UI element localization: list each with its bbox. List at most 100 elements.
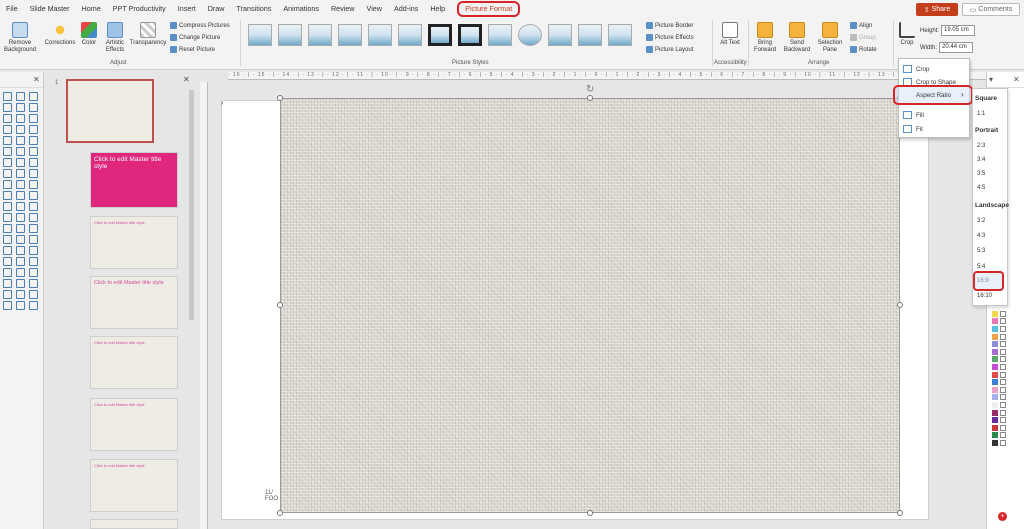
tab-draw[interactable]: Draw	[202, 0, 231, 18]
resize-handle[interactable]	[897, 510, 903, 516]
tool-icon[interactable]	[29, 92, 38, 101]
tool-icon[interactable]	[3, 92, 12, 101]
reset-picture-button[interactable]: Reset Picture	[170, 46, 215, 53]
tool-icon[interactable]	[16, 246, 25, 255]
ratio-4-5[interactable]: 4:5	[977, 185, 985, 191]
tool-icon[interactable]	[3, 213, 12, 222]
bring-forward-button[interactable]: Bring Forward	[752, 22, 778, 54]
thumbnails-scrollbar[interactable]	[189, 90, 194, 320]
tab-add-ins[interactable]: Add-ins	[388, 0, 424, 18]
comments-button[interactable]: ▭ Comments	[962, 3, 1020, 16]
transparency-button[interactable]: Transparency	[130, 22, 166, 47]
tool-icon[interactable]	[16, 125, 25, 134]
tool-icon[interactable]	[29, 103, 38, 112]
selection-pane-button[interactable]: Selection Pane	[816, 22, 844, 54]
artistic-effects-button[interactable]: Artistic Effects	[100, 22, 130, 54]
tool-icon[interactable]	[16, 191, 25, 200]
resize-handle[interactable]	[897, 302, 903, 308]
tool-icon[interactable]	[16, 136, 25, 145]
tool-icon[interactable]	[16, 279, 25, 288]
tool-icon[interactable]	[3, 246, 12, 255]
tool-icon[interactable]	[3, 169, 12, 178]
ratio-4-3[interactable]: 4:3	[977, 233, 985, 239]
picture-style-9[interactable]	[488, 24, 512, 46]
tab-animations[interactable]: Animations	[277, 0, 325, 18]
picture-style-1[interactable]	[248, 24, 272, 46]
picture-style-11[interactable]	[548, 24, 572, 46]
tab-review[interactable]: Review	[325, 0, 361, 18]
width-input[interactable]: 20.44 cm	[939, 42, 974, 53]
tab-insert[interactable]: Insert	[172, 0, 202, 18]
swatch-row[interactable]	[992, 356, 1016, 364]
swatch-row[interactable]	[992, 439, 1016, 447]
picture-style-8[interactable]	[458, 24, 482, 46]
swatch-row[interactable]	[992, 386, 1016, 394]
tool-icon[interactable]	[29, 147, 38, 156]
picture-style-2[interactable]	[278, 24, 302, 46]
tool-icon[interactable]	[29, 279, 38, 288]
tool-icon[interactable]	[29, 213, 38, 222]
swatch-row[interactable]	[992, 416, 1016, 424]
tool-icon[interactable]	[3, 125, 12, 134]
picture-style-7[interactable]	[428, 24, 452, 46]
tool-icon[interactable]	[3, 180, 12, 189]
tool-icon[interactable]	[3, 202, 12, 211]
tool-icon[interactable]	[29, 290, 38, 299]
change-picture-button[interactable]: Change Picture	[170, 34, 220, 41]
tool-icon[interactable]	[3, 158, 12, 167]
tool-icon[interactable]	[29, 136, 38, 145]
tool-icon[interactable]	[16, 290, 25, 299]
chevron-down-icon[interactable]: ▾	[989, 75, 993, 84]
ratio-5-4[interactable]: 5:4	[977, 264, 985, 270]
tool-icon[interactable]	[16, 114, 25, 123]
tool-icon[interactable]	[16, 180, 25, 189]
thumbnail-layout[interactable]: Click to edit Master title style	[90, 152, 178, 208]
swatch-row[interactable]	[992, 363, 1016, 371]
tool-icon[interactable]	[29, 158, 38, 167]
tab-transitions[interactable]: Transitions	[231, 0, 278, 18]
resize-handle[interactable]	[277, 95, 283, 101]
tool-icon[interactable]	[3, 136, 12, 145]
picture-style-3[interactable]	[308, 24, 332, 46]
close-icon[interactable]: ✕	[1013, 75, 1020, 84]
thumbnail-layout[interactable]: Click to edit Master title style	[90, 276, 178, 329]
picture-style-12[interactable]	[578, 24, 602, 46]
tool-icon[interactable]	[16, 235, 25, 244]
tool-icon[interactable]	[3, 224, 12, 233]
swatch-row[interactable]	[992, 432, 1016, 440]
share-button[interactable]: ⇪ Share	[916, 3, 958, 16]
resize-handle[interactable]	[587, 95, 593, 101]
rotate-handle-icon[interactable]: ↻	[586, 84, 594, 95]
swatch-row[interactable]	[992, 371, 1016, 379]
color-button[interactable]: Color	[78, 22, 100, 47]
tool-icon[interactable]	[16, 224, 25, 233]
swatch-row[interactable]	[992, 394, 1016, 402]
group-button[interactable]: Group	[850, 34, 876, 41]
picture-style-13[interactable]	[608, 24, 632, 46]
thumbnail-master[interactable]	[66, 79, 154, 143]
tool-icon[interactable]	[16, 301, 25, 310]
width-field[interactable]: Width: 20.44 cm	[920, 42, 974, 53]
swatch-row[interactable]	[992, 401, 1016, 409]
ratio-3-4[interactable]: 3:4	[977, 157, 985, 163]
ratio-2-3[interactable]: 2:3	[977, 143, 985, 149]
ratio-3-2[interactable]: 3:2	[977, 218, 985, 224]
thumbnail-layout[interactable]: Click to edit Master title style	[90, 336, 178, 389]
picture-style-10[interactable]	[518, 24, 542, 46]
ratio-16-10[interactable]: 16:10	[977, 293, 992, 299]
thumbnail-layout[interactable]: Click to edit Master title style	[90, 398, 178, 451]
swatch-row[interactable]	[992, 378, 1016, 386]
tool-icon[interactable]	[29, 180, 38, 189]
menu-item-fill[interactable]: Fill	[903, 111, 924, 119]
ratio-5-3[interactable]: 5:3	[977, 248, 985, 254]
height-field[interactable]: Height: 19.05 cm	[920, 25, 976, 36]
picture-effects-button[interactable]: Picture Effects	[646, 34, 694, 41]
tool-icon[interactable]	[29, 246, 38, 255]
tool-icon[interactable]	[16, 268, 25, 277]
tab-home[interactable]: Home	[76, 0, 107, 18]
tool-icon[interactable]	[16, 257, 25, 266]
picture-border-button[interactable]: Picture Border	[646, 22, 693, 29]
tool-icon[interactable]	[16, 213, 25, 222]
ratio-1-1[interactable]: 1:1	[977, 111, 985, 117]
tab-ppt-productivity[interactable]: PPT Productivity	[107, 0, 172, 18]
